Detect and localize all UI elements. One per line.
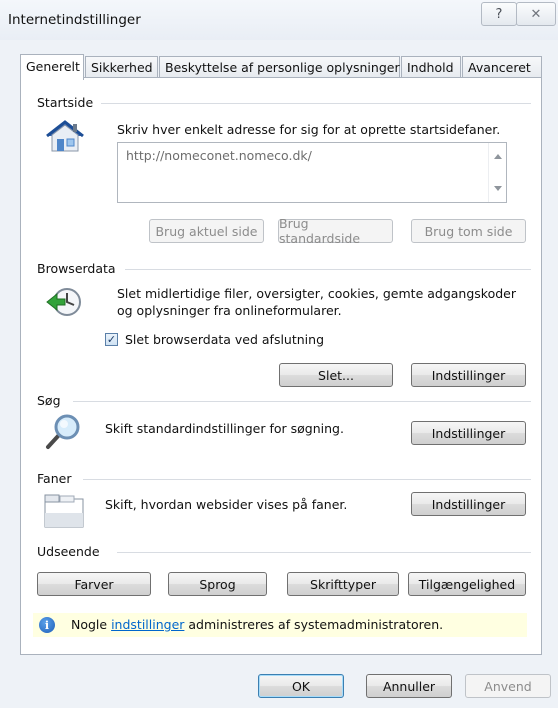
tab-sikkerhed[interactable]: Sikkerhed [85,56,158,78]
tabs-description: Skift, hvordan websider vises på faner. [105,497,348,512]
tab-indhold[interactable]: Indhold [401,56,461,78]
browserdata-description: Slet midlertidige filer, oversigter, coo… [117,286,516,318]
general-tab-panel: Startside Skriv hver enkelt adresse for … [20,77,542,655]
history-clock-icon [45,285,85,319]
admin-info-text: Nogle indstillinger administreres af sys… [71,616,443,633]
tabs-section-title: Faner [37,471,78,486]
startside-instruction: Skriv hver enkelt adresse for sig for at… [117,122,501,137]
scroll-down-arrow-icon[interactable] [494,186,502,191]
info-icon: i [39,617,55,633]
search-title: Søg [37,393,67,408]
info-suffix: administreres af systemadministratoren. [184,617,444,632]
appearance-divider [117,552,531,553]
settings-link[interactable]: indstillinger [111,617,184,632]
close-button[interactable]: ✕ [516,2,556,26]
search-divider [73,401,531,402]
browserdata-divider [125,269,531,270]
tabbed-window-icon [43,493,85,529]
tabs-settings-button[interactable]: Indstillinger [411,492,526,516]
homepage-url-value: http://nomeconet.nomeco.dk/ [126,148,312,163]
fonts-button[interactable]: Skrifttyper [287,572,399,596]
use-blank-page-button[interactable]: Brug tom side [411,219,526,243]
use-current-page-button[interactable]: Brug aktuel side [149,219,264,243]
admin-info-bar: i Nogle indstillinger administreres af s… [33,613,527,637]
browserdata-settings-button[interactable]: Indstillinger [411,363,526,387]
textarea-scrollbar[interactable] [488,143,506,202]
help-button[interactable]: ? [481,2,517,26]
apply-button[interactable]: Anvend [465,674,551,698]
delete-on-exit-label[interactable]: Slet browserdata ved afslutning [125,331,324,348]
appearance-title: Udseende [37,544,106,559]
browserdata-title: Browserdata [37,261,122,276]
delete-browsing-data-button[interactable]: Slet... [279,363,393,387]
tab-avanceret[interactable]: Avanceret [462,56,542,78]
search-description: Skift standardindstillinger for søgning. [105,421,344,436]
colors-button[interactable]: Farver [37,572,151,596]
delete-on-exit-checkbox[interactable]: ✓ [105,333,118,346]
tabs-divider [83,479,531,480]
ok-button[interactable]: OK [258,674,344,698]
scroll-up-arrow-icon[interactable] [494,154,502,159]
home-icon [45,120,85,154]
startside-divider [101,103,531,104]
accessibility-button[interactable]: Tilgængelighed [408,572,526,596]
search-magnifier-icon [43,413,83,451]
startside-title: Startside [37,95,100,110]
tab-beskyttelse[interactable]: Beskyttelse af personlige oplysninger [159,56,400,78]
window-title: Internetindstillinger [8,12,141,28]
search-settings-button[interactable]: Indstillinger [411,421,526,445]
info-prefix: Nogle [71,617,112,632]
cancel-button[interactable]: Annuller [366,674,452,698]
languages-button[interactable]: Sprog [168,572,267,596]
use-default-page-button[interactable]: Brug standardside [278,216,393,246]
tab-generelt[interactable]: Generelt [20,54,84,80]
homepage-url-textarea[interactable]: http://nomeconet.nomeco.dk/ [117,142,507,203]
title-bar: Internetindstillinger ? ✕ [0,0,558,40]
